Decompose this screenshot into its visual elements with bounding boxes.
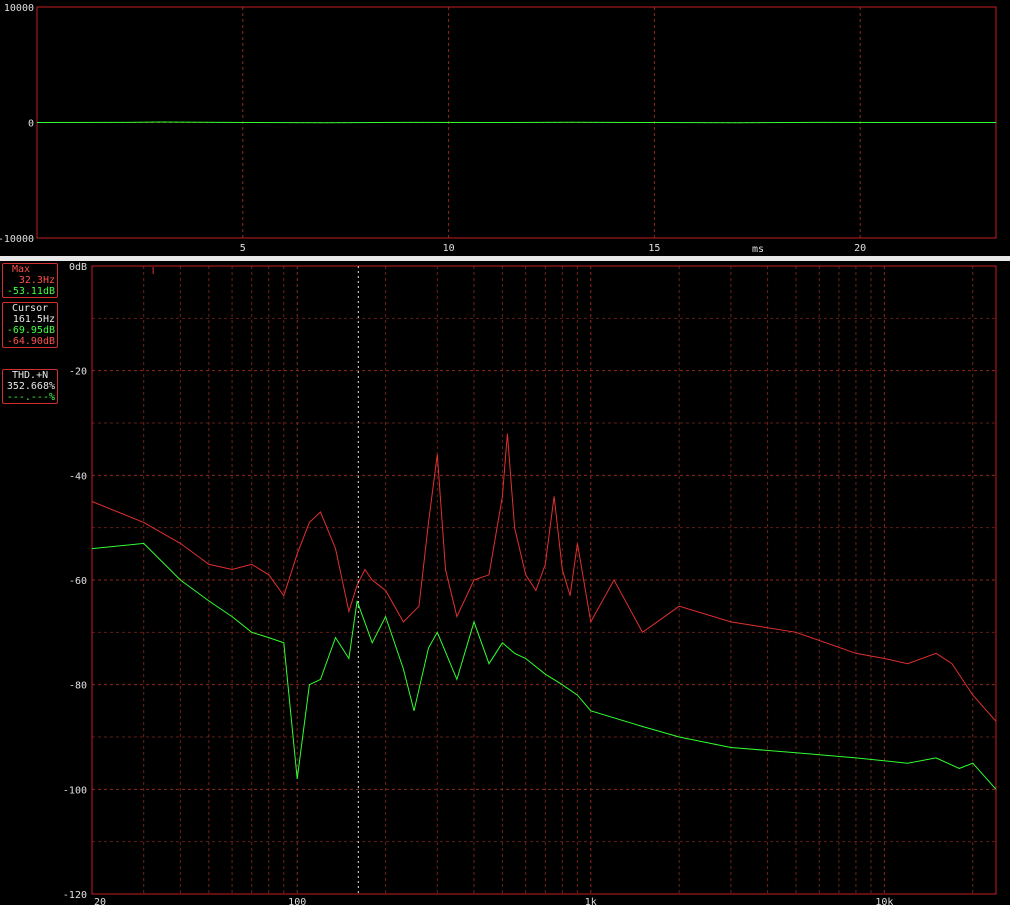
thd-value-red: 352.668% [6,381,55,392]
spectrum-series-line [91,433,997,722]
time-y-tick-label: -10000 [0,234,34,245]
time-x-unit-label: ms [752,244,764,255]
spectrum-x-tick-label: 1k [585,897,597,905]
thd-panel: THD.+N 352.668% ---.---% [2,369,58,404]
cursor-panel: Cursor 161.5Hz -69.95dB -64.90dB [2,302,58,348]
time-x-tick-label: 10 [443,243,455,254]
spectrum-y-tick-label: -40 [69,471,87,482]
time-x-tick-label: 5 [240,243,246,254]
time-domain-plot[interactable]: 10000 0 -10000 5 10 15 20 ms [0,0,1010,256]
spectrum-y-tick-label: -100 [63,785,87,796]
spectrum-y-tick-label: -120 [63,890,87,901]
spectrum-x-tick-label: 100 [288,897,306,905]
spectrum-y-tick-label: -80 [69,681,87,692]
cursor-title: Cursor [12,303,49,314]
cursor-frequency: 161.5Hz [12,314,55,325]
spectrum-y-tick-label: 0dB [69,262,87,273]
spectrum-y-tick-label: -20 [69,367,87,378]
spectrum-x-tick-label: 20 [94,897,106,905]
max-title: Max [12,264,31,275]
time-axis-labels: 10000 0 -10000 5 10 15 20 ms [0,3,866,255]
spectrum-plot[interactable]: 0dB -20 -40 -60 -80 -100 -120 20 100 1k 10k [0,261,1010,905]
time-y-tick-label: 0 [28,119,34,130]
max-level: -53.11dB [6,286,55,297]
time-x-tick-label: 15 [648,243,660,254]
time-series-line [36,121,996,124]
cursor-level-green: -69.95dB [6,325,55,336]
max-frequency: 32.3Hz [18,275,55,286]
spectrum-axis-labels: 0dB -20 -40 -60 -80 -100 -120 20 100 1k 10k [63,262,894,905]
max-panel: Max 32.3Hz -53.11dB [2,263,58,298]
spectrum-grid [91,265,997,895]
thd-value-green: ---.---% [6,392,55,403]
spectrum-x-tick-label: 10k [875,897,893,905]
spectrum-y-tick-label: -60 [69,576,87,587]
time-y-tick-label: 10000 [4,3,34,14]
time-series [36,121,996,124]
cursor-level-red: -64.90dB [6,336,55,347]
time-x-tick-label: 20 [854,243,866,254]
thd-title: THD.+N [12,370,49,381]
